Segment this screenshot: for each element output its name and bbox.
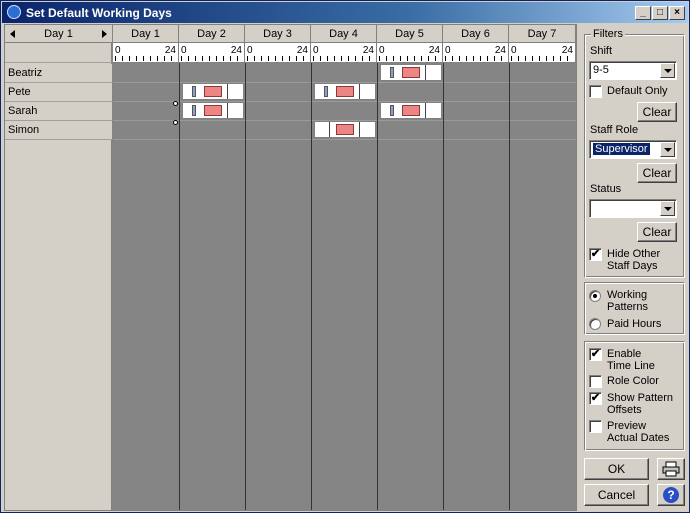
day-header-6: Day 6 bbox=[443, 25, 509, 43]
staff-row-beatriz[interactable]: Beatriz bbox=[5, 64, 112, 83]
preview-actual-dates-label: Preview Actual Dates bbox=[607, 420, 670, 444]
offset-handle-simon[interactable] bbox=[173, 120, 178, 125]
working-pattern-sarah-day-2[interactable] bbox=[182, 102, 244, 119]
schedule-grid: Day 1 Beatriz Pete Sarah Simon Day 1 Day… bbox=[4, 24, 577, 511]
row-divider bbox=[113, 139, 576, 140]
status-dropdown[interactable] bbox=[589, 199, 677, 218]
hour-ruler-day-4: 0 24 bbox=[311, 43, 377, 63]
hour-ruler-day-2: 0 24 bbox=[179, 43, 245, 63]
minimize-button[interactable]: _ bbox=[635, 6, 651, 20]
title-bar[interactable]: Set Default Working Days _ □ × bbox=[2, 2, 688, 23]
day-header-4: Day 4 bbox=[311, 25, 377, 43]
shift-dropdown[interactable]: 9-5 bbox=[589, 61, 677, 80]
show-pattern-offsets-label: Show Pattern Offsets bbox=[607, 392, 674, 416]
print-button[interactable] bbox=[657, 458, 685, 480]
working-patterns-label: Working Patterns bbox=[607, 289, 648, 313]
staff-row-pete[interactable]: Pete bbox=[5, 83, 112, 102]
hide-other-staff-days-checkbox[interactable]: ✔ bbox=[589, 248, 602, 261]
chevron-down-icon[interactable] bbox=[660, 63, 675, 78]
day-nav-label: Day 1 bbox=[44, 28, 73, 40]
shift-clear-button[interactable]: Clear bbox=[637, 102, 677, 122]
staff-names-column: Day 1 Beatriz Pete Sarah Simon bbox=[5, 25, 112, 510]
role-color-checkbox[interactable] bbox=[589, 375, 602, 388]
names-header-blank bbox=[5, 43, 112, 63]
help-button[interactable]: ? bbox=[657, 484, 685, 506]
working-pattern-sarah-day-5[interactable] bbox=[380, 102, 442, 119]
working-pattern-pete-day-4[interactable] bbox=[314, 83, 376, 100]
shift-label: Shift bbox=[590, 45, 613, 57]
day-divider bbox=[509, 63, 510, 510]
staff-role-clear-button[interactable]: Clear bbox=[637, 163, 677, 183]
status-label: Status bbox=[590, 183, 622, 195]
paid-hours-label: Paid Hours bbox=[607, 318, 662, 330]
working-pattern-beatriz-day-5[interactable] bbox=[380, 64, 442, 81]
day-divider bbox=[179, 63, 180, 510]
shift-dropdown-value: 9-5 bbox=[593, 64, 609, 76]
view-mode-group: Working Patterns Paid Hours bbox=[584, 282, 685, 335]
cancel-button[interactable]: Cancel bbox=[584, 484, 649, 506]
hour-ruler-day-5: 0 24 bbox=[377, 43, 443, 63]
day-divider bbox=[443, 63, 444, 510]
working-patterns-radio[interactable] bbox=[589, 290, 601, 302]
hour-ruler-day-6: 0 24 bbox=[443, 43, 509, 63]
preview-actual-dates-checkbox[interactable] bbox=[589, 420, 602, 433]
day-divider bbox=[245, 63, 246, 510]
hour-ruler-day-1: 0 24 bbox=[113, 43, 179, 63]
enable-time-line-label: Enable Time Line bbox=[607, 348, 655, 372]
day-navigator: Day 1 bbox=[5, 25, 112, 43]
chevron-down-icon[interactable] bbox=[660, 201, 675, 216]
default-only-checkbox[interactable] bbox=[589, 85, 602, 98]
day-divider bbox=[377, 63, 378, 510]
display-options-group: ✔ Enable Time Line Role Color ✔ Show Pat… bbox=[584, 341, 685, 451]
staff-role-label: Staff Role bbox=[590, 124, 639, 136]
day-divider bbox=[311, 63, 312, 510]
staff-row-simon[interactable]: Simon bbox=[5, 121, 112, 140]
role-color-label: Role Color bbox=[607, 375, 659, 387]
window-title: Set Default Working Days bbox=[26, 6, 172, 20]
staff-row-sarah[interactable]: Sarah bbox=[5, 102, 112, 121]
show-pattern-offsets-checkbox[interactable]: ✔ bbox=[589, 392, 602, 405]
day-header-2: Day 2 bbox=[179, 25, 245, 43]
filters-group-title: Filters bbox=[591, 28, 625, 40]
day-header-3: Day 3 bbox=[245, 25, 311, 43]
next-day-arrow-icon[interactable] bbox=[102, 30, 107, 38]
staff-role-dropdown[interactable]: Supervisor bbox=[589, 140, 677, 159]
day-header-1: Day 1 bbox=[113, 25, 179, 43]
day-header-7: Day 7 bbox=[509, 25, 576, 43]
working-pattern-simon-day-4[interactable] bbox=[314, 121, 376, 138]
printer-icon bbox=[662, 461, 680, 477]
set-default-working-days-window: Set Default Working Days _ □ × Day 1 Bea… bbox=[0, 0, 690, 513]
working-pattern-pete-day-2[interactable] bbox=[182, 83, 244, 100]
maximize-button[interactable]: □ bbox=[652, 6, 668, 20]
filters-group: Filters Shift 9-5 Default Only Clear Sta… bbox=[584, 28, 685, 278]
close-button[interactable]: × bbox=[669, 6, 685, 20]
default-only-label: Default Only bbox=[607, 85, 668, 97]
hour-ruler-day-3: 0 24 bbox=[245, 43, 311, 63]
paid-hours-radio[interactable] bbox=[589, 318, 601, 330]
app-icon bbox=[7, 5, 21, 19]
chevron-down-icon[interactable] bbox=[660, 142, 675, 157]
staff-role-dropdown-value: Supervisor bbox=[593, 143, 650, 155]
enable-time-line-checkbox[interactable]: ✔ bbox=[589, 348, 602, 361]
status-clear-button[interactable]: Clear bbox=[637, 222, 677, 242]
hide-other-staff-days-label: Hide Other Staff Days bbox=[607, 248, 661, 272]
help-icon: ? bbox=[663, 487, 679, 503]
offset-handle-sarah[interactable] bbox=[173, 101, 178, 106]
ok-button[interactable]: OK bbox=[584, 458, 649, 480]
day-header-5: Day 5 bbox=[377, 25, 443, 43]
hour-ruler-day-7: 0 24 bbox=[509, 43, 576, 63]
